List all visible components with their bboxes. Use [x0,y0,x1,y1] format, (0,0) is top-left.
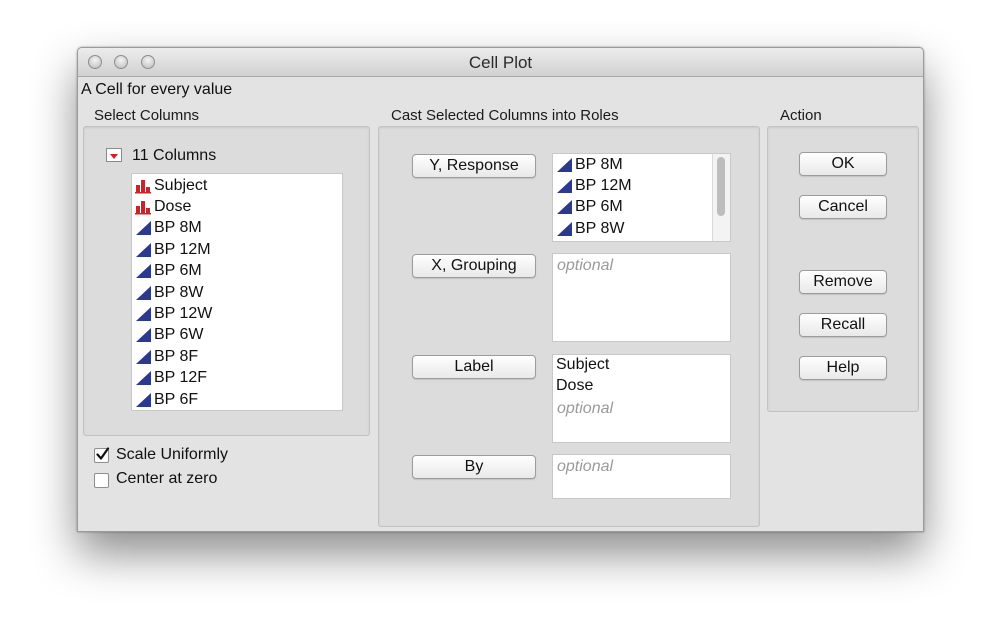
cell-plot-dialog: Cell Plot A Cell for every value Select … [77,47,924,532]
action-panel: OK Cancel Remove Recall Help [767,126,919,412]
nominal-bar-icon [135,199,152,215]
continuous-triangle-icon [135,263,152,279]
column-label: BP 6F [154,390,199,408]
title-bar[interactable]: Cell Plot [78,48,923,77]
column-list-item[interactable]: BP 8W [135,282,204,303]
column-label: BP 12M [154,240,211,258]
label-placeholder: optional [557,400,614,417]
continuous-triangle-icon [135,285,152,301]
continuous-triangle-icon [556,157,573,173]
y-response-item[interactable]: BP 8M [556,154,623,175]
action-label: Action [780,107,822,124]
label-list[interactable]: Subject Dose optional [552,354,731,443]
column-label: BP 8M [154,219,202,237]
y-response-item-label: BP 8M [575,155,623,173]
ok-button[interactable]: OK [799,152,887,176]
label-item[interactable]: Dose [556,377,593,395]
column-label: BP 12W [154,304,213,322]
cast-roles-panel: Y, Response BP 8M BP 12M BP 6M BP 8W X, Gro… [378,126,760,527]
columns-disclosure-icon[interactable] [106,148,122,162]
continuous-triangle-icon [135,349,152,365]
y-response-item[interactable]: BP 12M [556,175,632,196]
continuous-triangle-icon [135,306,152,322]
y-response-item[interactable]: BP 8W [556,218,625,239]
column-list-item[interactable]: BP 6F [135,389,198,410]
x-grouping-list[interactable]: optional [552,253,731,342]
columns-count: 11 Columns [132,147,217,164]
continuous-triangle-icon [135,392,152,408]
continuous-triangle-icon [135,327,152,343]
column-label: BP 6W [154,326,204,344]
center-at-zero-label: Center at zero [116,470,218,487]
cast-roles-label: Cast Selected Columns into Roles [391,107,619,124]
select-columns-panel: 11 Columns Subject Dose BP 8M BP 12M BP 6M BP… [83,126,370,436]
window-title: Cell Plot [468,53,533,72]
checkmark-icon [96,447,110,460]
column-label: Subject [154,176,208,194]
by-placeholder: optional [557,458,614,475]
help-button[interactable]: Help [799,356,887,380]
column-list-item[interactable]: BP 12W [135,303,212,324]
scale-uniformly-checkbox[interactable] [94,447,110,463]
by-button[interactable]: By [412,455,536,479]
continuous-triangle-icon [556,199,573,215]
label-item[interactable]: Subject [556,356,609,374]
scale-uniformly-label: Scale Uniformly [116,446,229,463]
column-list-item[interactable]: BP 12M [135,239,211,260]
column-list-item[interactable]: Dose [135,196,191,217]
y-response-scrollbar[interactable] [712,154,730,241]
column-list-item[interactable]: BP 8M [135,218,202,239]
label-button[interactable]: Label [412,355,536,379]
column-list-item[interactable]: Subject [135,175,207,196]
y-response-button[interactable]: Y, Response [412,154,536,178]
continuous-triangle-icon [556,178,573,194]
remove-button[interactable]: Remove [799,270,887,294]
column-list-item[interactable]: BP 12F [135,368,207,389]
column-label: BP 8F [154,347,199,365]
y-response-item[interactable]: BP 6M [556,197,623,218]
continuous-triangle-icon [135,220,152,236]
recall-button[interactable]: Recall [799,313,887,337]
continuous-triangle-icon [556,221,573,237]
center-at-zero-checkbox[interactable] [94,473,109,488]
x-grouping-placeholder: optional [557,257,614,274]
column-list-item[interactable]: BP 8F [135,346,198,367]
column-label: BP 8W [154,283,204,301]
nominal-bar-icon [135,178,152,194]
by-list[interactable]: optional [552,454,731,499]
y-response-scroll-thumb[interactable] [717,157,725,216]
columns-list[interactable]: Subject Dose BP 8M BP 12M BP 6M BP 8W BP 12W BP… [131,173,343,411]
column-label: Dose [154,197,192,215]
continuous-triangle-icon [135,370,152,386]
select-columns-label: Select Columns [94,107,200,124]
y-response-item-label: BP 12M [575,176,632,194]
column-label: BP 12F [154,369,208,387]
column-label: BP 6M [154,262,202,280]
y-response-list[interactable]: BP 8M BP 12M BP 6M BP 8W [552,153,731,242]
y-response-item-label: BP 6M [575,198,623,216]
column-list-item[interactable]: BP 6M [135,261,202,282]
continuous-triangle-icon [135,242,152,258]
dialog-subtitle: A Cell for every value [81,81,233,98]
x-grouping-button[interactable]: X, Grouping [412,254,536,278]
y-response-item-label: BP 8W [575,219,625,237]
cancel-button[interactable]: Cancel [799,195,887,219]
column-list-item[interactable]: BP 6W [135,325,204,346]
